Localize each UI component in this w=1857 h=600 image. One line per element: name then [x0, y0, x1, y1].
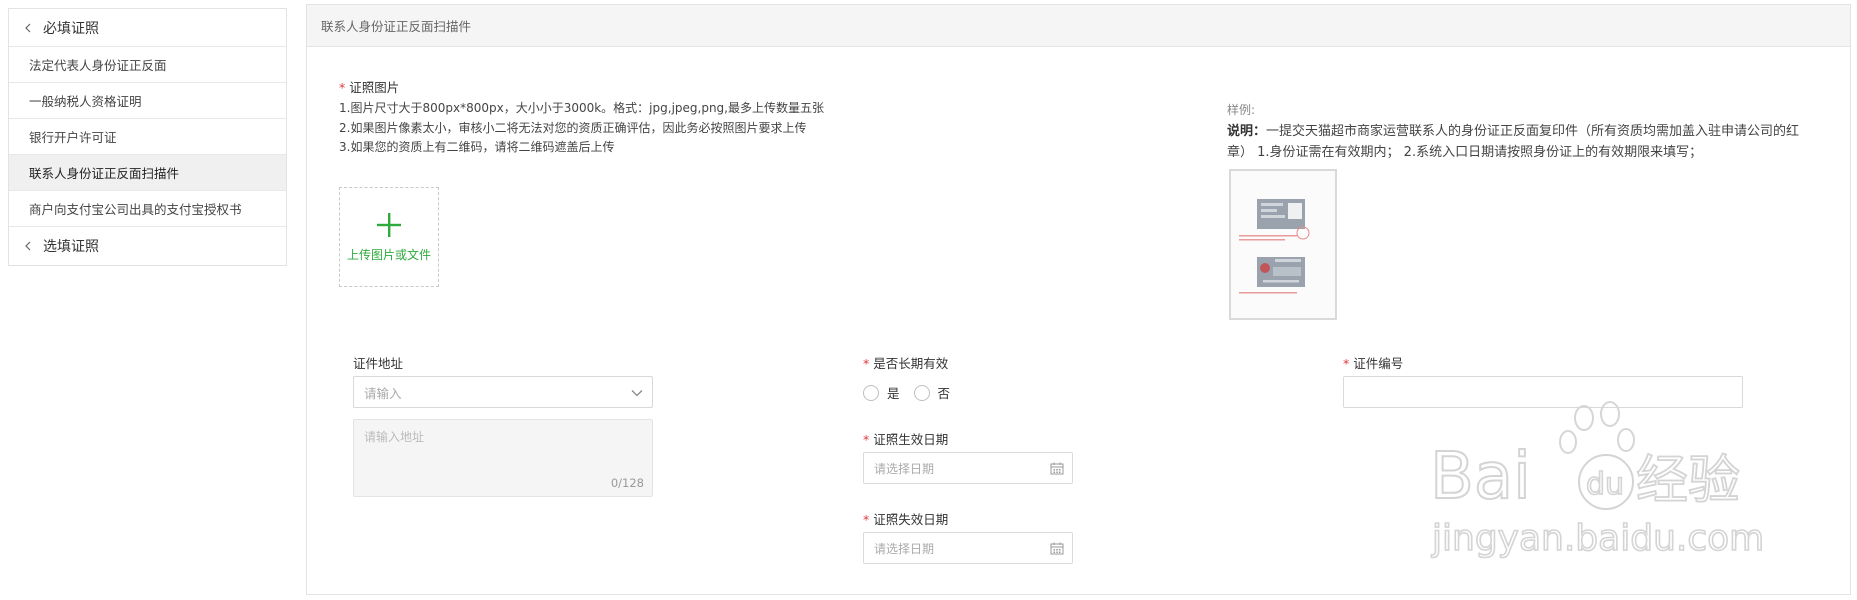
required-mark: *: [863, 512, 870, 527]
upload-rules: 1.图片尺寸大于800px*800px，大小小于3000k。格式：jpg,jpe…: [339, 99, 824, 158]
end-date-picker[interactable]: 请选择日期: [863, 532, 1073, 564]
sample-description: 说明：一提交天猫超市商家运营联系人的身份证正反面复印件（所有资质均需加盖入驻申请…: [1227, 124, 1800, 160]
sidebar-menu: 必填证照 法定代表人身份证正反面 一般纳税人资格证明 银行开户许可证 联系人身份…: [8, 8, 287, 266]
upload-rule: 2.如果图片像素太小，审核小二将无法对您的资质正确评估，因此务必按照图片要求上传: [339, 120, 807, 135]
sample-label: 样例:: [1227, 103, 1256, 117]
radio-circle[interactable]: [863, 384, 879, 401]
main-panel: 联系人身份证正反面扫描件 * 证照图片 1.图片尺寸大于800px*800px，大…: [306, 4, 1851, 595]
address-select[interactable]: 请输入: [353, 376, 653, 408]
required-mark: *: [339, 80, 346, 95]
upload-rule: 1.图片尺寸大于800px*800px，大小小于3000k。格式：jpg,jpe…: [339, 101, 824, 115]
required-mark: *: [863, 432, 870, 447]
upload-rule: 3.如果您的资质上有二维码，请将二维码遮盖后上传: [339, 140, 615, 154]
radio-no[interactable]: 否: [913, 383, 951, 402]
radio-yes-label: 是: [887, 386, 900, 401]
plus-icon: [377, 212, 401, 237]
calendar-icon: [1050, 542, 1064, 555]
cert-number-input[interactable]: [1343, 376, 1743, 408]
panel-title: 联系人身份证正反面扫描件: [307, 5, 1850, 47]
sidebar-item-alipay-authorization[interactable]: 商户向支付宝公司出具的支付宝授权书: [9, 191, 286, 227]
char-counter: 0/128: [610, 476, 644, 490]
sidebar-group-optional[interactable]: 选填证照: [9, 227, 286, 265]
chevron-down-icon: [631, 390, 643, 397]
sample-id-card-image[interactable]: [1229, 169, 1337, 320]
calendar-icon: [1050, 462, 1064, 475]
end-date-label: * 证照失效日期: [863, 512, 949, 527]
chevron-left-icon: [21, 21, 35, 35]
address-select-placeholder: 请输入: [364, 385, 402, 401]
sidebar-group-optional-label: 选填证照: [43, 239, 99, 255]
address-textarea[interactable]: 请输入地址 0/128: [353, 419, 653, 497]
long-term-radio-group: 是 否: [863, 383, 950, 402]
long-term-label: * 是否长期有效: [863, 356, 949, 371]
radio-yes[interactable]: 是: [863, 383, 900, 402]
cert-number-label: * 证件编号: [1343, 356, 1404, 371]
upload-label: 上传图片或文件: [346, 247, 431, 262]
start-date-picker[interactable]: 请选择日期: [863, 452, 1073, 484]
required-mark: *: [1343, 356, 1350, 371]
sidebar-item-taxpayer-cert[interactable]: 一般纳税人资格证明: [9, 83, 286, 119]
start-date-label: * 证照生效日期: [863, 432, 949, 447]
chevron-left-icon: [21, 239, 35, 253]
sidebar-group-required-label: 必填证照: [43, 20, 99, 37]
required-mark: *: [863, 356, 870, 371]
start-date-placeholder: 请选择日期: [874, 461, 935, 476]
address-textarea-placeholder: 请输入地址: [364, 430, 425, 444]
end-date-placeholder: 请选择日期: [874, 541, 935, 556]
sidebar-item-contact-id-scan[interactable]: 联系人身份证正反面扫描件: [9, 155, 286, 191]
id-card-sample-graphic: [1231, 171, 1335, 318]
photo-label: * 证照图片: [339, 80, 400, 95]
address-label: 证件地址: [353, 356, 404, 371]
sidebar-item-bank-license[interactable]: 银行开户许可证: [9, 119, 286, 155]
radio-circle[interactable]: [913, 384, 930, 401]
sidebar-group-required[interactable]: 必填证照: [9, 9, 286, 47]
radio-no-label: 否: [937, 386, 951, 401]
sidebar-item-legal-rep-id[interactable]: 法定代表人身份证正反面: [9, 47, 286, 83]
upload-button[interactable]: 上传图片或文件: [339, 187, 439, 287]
